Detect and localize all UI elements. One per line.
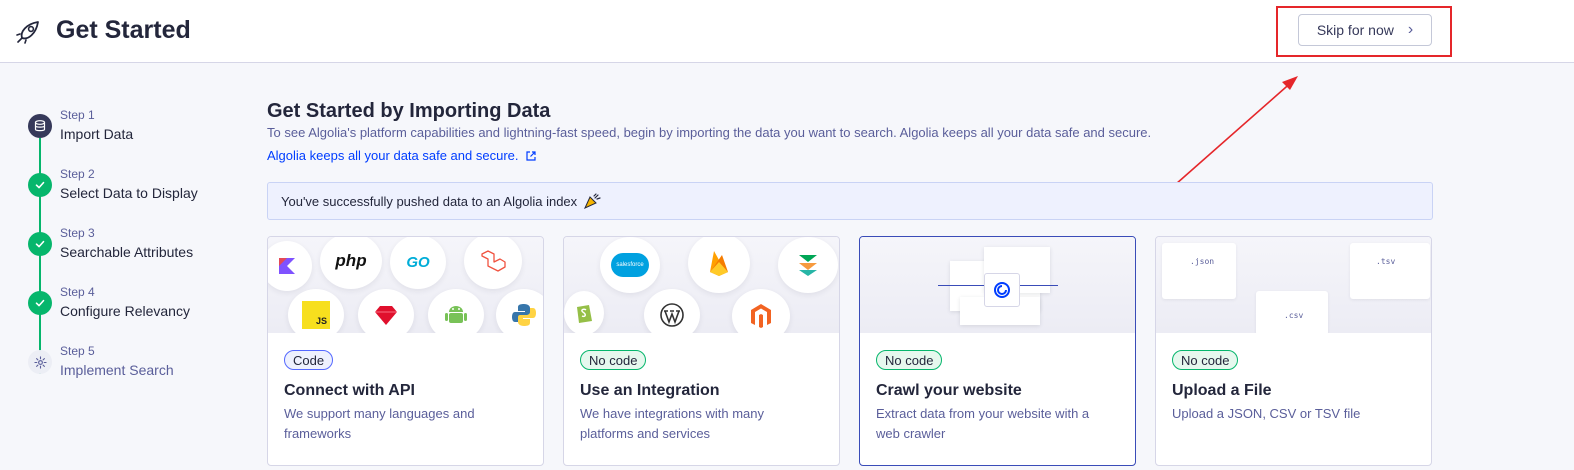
skip-button-label: Skip for now <box>1316 22 1394 38</box>
card-badge: No code <box>876 350 943 370</box>
crawler-logo-icon <box>984 273 1020 307</box>
card-description: Extract data from your website with a we… <box>876 406 1090 441</box>
go-logo-icon: GO <box>390 237 446 289</box>
step-number: Step 3 <box>60 226 95 240</box>
wordpress-logo-icon <box>644 289 700 333</box>
check-icon <box>28 173 52 197</box>
crawler-illustration <box>860 237 1135 333</box>
csv-file-icon: .csv <box>1256 291 1328 333</box>
section-description: To see Algolia's platform capabilities a… <box>267 125 1152 140</box>
step-number: Step 1 <box>60 108 95 122</box>
card-badge: Code <box>284 350 334 370</box>
step-name: Searchable Attributes <box>60 244 194 260</box>
files-illustration: .json .tsv .csv <box>1156 237 1431 333</box>
check-icon <box>28 232 52 256</box>
card-description: We support many languages and frameworks <box>284 406 475 441</box>
salesforce-logo-icon: salesforce <box>600 237 660 293</box>
android-logo-icon <box>428 289 484 333</box>
laravel-logo-icon <box>464 237 522 289</box>
step-number: Step 2 <box>60 167 95 181</box>
chevron-right-icon: › <box>1407 21 1414 38</box>
ruby-logo-icon <box>358 289 414 333</box>
step-configure-relevancy[interactable]: Step 4 Configure Relevancy <box>28 283 248 333</box>
card-description: We have integrations with many platforms… <box>580 406 765 441</box>
step-select-data-to-display[interactable]: Step 2 Select Data to Display <box>28 165 248 215</box>
success-banner: You've successfully pushed data to an Al… <box>267 182 1433 220</box>
magento-logo-icon <box>732 289 790 333</box>
security-link[interactable]: Algolia keeps all your data safe and sec… <box>267 148 537 163</box>
card-title: Upload a File <box>1172 382 1272 399</box>
python-logo-icon <box>496 289 543 333</box>
check-icon <box>28 291 52 315</box>
rocket-icon <box>16 21 39 44</box>
languages-illustration: php GO JS <box>268 237 543 333</box>
json-file-label: .json <box>1190 257 1215 266</box>
javascript-logo-icon: JS <box>288 289 344 333</box>
external-link-icon <box>525 150 536 161</box>
shopify-logo-icon <box>564 291 604 333</box>
javascript-logo-label: JS <box>315 316 327 326</box>
step-name: Implement Search <box>60 362 174 378</box>
tsv-file-label: .tsv <box>1376 257 1396 266</box>
party-popper-icon <box>584 193 601 209</box>
step-import-data[interactable]: Step 1 Import Data <box>28 106 248 156</box>
page-header: Get Started Skip for now › <box>0 0 1574 63</box>
card-title: Connect with API <box>284 382 415 399</box>
csv-file-label: .csv <box>1284 311 1304 320</box>
card-title: Crawl your website <box>876 382 1022 399</box>
success-banner-text: You've successfully pushed data to an Al… <box>281 193 578 209</box>
card-use-an-integration[interactable]: salesforce No code Use an Integration We… <box>563 236 840 466</box>
step-name: Import Data <box>60 126 134 142</box>
database-icon <box>28 114 52 138</box>
tsv-file-icon: .tsv <box>1350 243 1430 299</box>
gear-icon <box>28 350 52 374</box>
firebase-logo-icon <box>688 237 750 293</box>
card-badge: No code <box>1172 350 1239 370</box>
integrations-illustration: salesforce <box>564 237 839 333</box>
security-link-label: Algolia keeps all your data safe and sec… <box>267 148 519 163</box>
salesforce-logo-label: salesforce <box>611 253 649 277</box>
step-number: Step 4 <box>60 285 95 299</box>
skip-for-now-button[interactable]: Skip for now › <box>1298 14 1432 46</box>
json-file-icon: .json <box>1162 243 1236 299</box>
step-number: Step 5 <box>60 344 95 358</box>
zendesk-sell-logo-icon <box>778 237 838 293</box>
card-badge: No code <box>580 350 647 370</box>
card-description: Upload a JSON, CSV or TSV file <box>1172 406 1361 421</box>
php-logo-icon: php <box>320 237 382 289</box>
card-upload-a-file[interactable]: .json .tsv .csv No code Upload a File Up… <box>1155 236 1432 466</box>
section-heading: Get Started by Importing Data <box>267 100 551 122</box>
kotlin-logo-icon <box>268 241 312 291</box>
page-title: Get Started <box>56 16 191 44</box>
step-name: Configure Relevancy <box>60 303 190 319</box>
step-implement-search[interactable]: Step 5 Implement Search <box>28 342 248 392</box>
card-connect-with-api[interactable]: php GO JS Code Connect with API We suppo… <box>267 236 544 466</box>
card-title: Use an Integration <box>580 382 720 399</box>
step-searchable-attributes[interactable]: Step 3 Searchable Attributes <box>28 224 248 274</box>
step-name: Select Data to Display <box>60 185 198 201</box>
card-crawl-your-website[interactable]: No code Crawl your website Extract data … <box>859 236 1136 466</box>
